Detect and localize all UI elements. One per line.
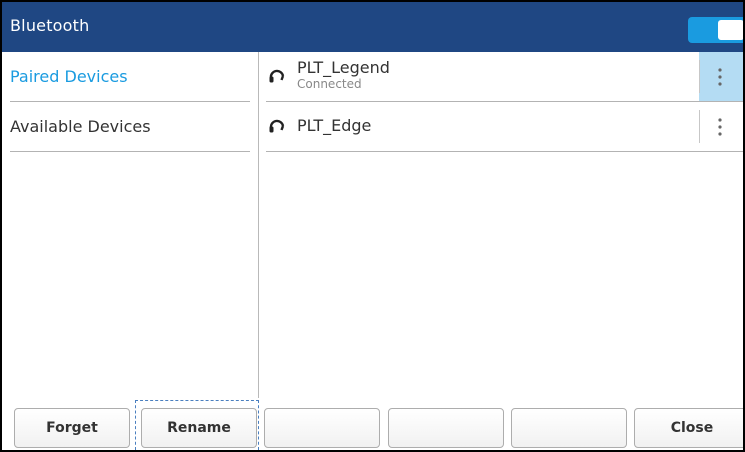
softkey-4[interactable] bbox=[388, 408, 504, 448]
page-title: Bluetooth bbox=[10, 16, 90, 35]
device-name: PLT_Edge bbox=[297, 116, 372, 135]
phone-screen: Bluetooth Paired Devices Available Devic… bbox=[2, 2, 743, 450]
device-options-button[interactable] bbox=[699, 52, 743, 101]
toggle-knob bbox=[718, 20, 743, 40]
device-status: Connected bbox=[297, 77, 362, 91]
bluetooth-toggle[interactable] bbox=[688, 17, 743, 43]
softkey-5[interactable] bbox=[511, 408, 627, 448]
close-button[interactable]: Close bbox=[634, 408, 743, 448]
device-category-menu: Paired Devices Available Devices bbox=[2, 52, 259, 398]
device-name: PLT_Legend bbox=[297, 58, 390, 77]
device-options-button[interactable] bbox=[699, 102, 743, 151]
softkey-bar: Forget Rename Close bbox=[2, 400, 743, 450]
title-bar: Bluetooth bbox=[2, 2, 743, 52]
headset-icon bbox=[269, 69, 285, 83]
more-vertical-icon bbox=[718, 118, 722, 136]
forget-button[interactable]: Forget bbox=[14, 408, 130, 448]
headset-icon bbox=[269, 119, 285, 133]
softkey-3[interactable] bbox=[264, 408, 380, 448]
divider bbox=[699, 60, 700, 93]
rename-button[interactable]: Rename bbox=[141, 408, 257, 448]
device-row-plt-edge[interactable]: PLT_Edge bbox=[266, 102, 743, 152]
device-row-plt-legend[interactable]: PLT_Legend Connected bbox=[266, 52, 743, 102]
more-vertical-icon bbox=[718, 68, 722, 86]
menu-item-paired-devices[interactable]: Paired Devices bbox=[10, 52, 250, 102]
menu-item-available-devices[interactable]: Available Devices bbox=[10, 102, 250, 152]
divider bbox=[699, 110, 700, 143]
